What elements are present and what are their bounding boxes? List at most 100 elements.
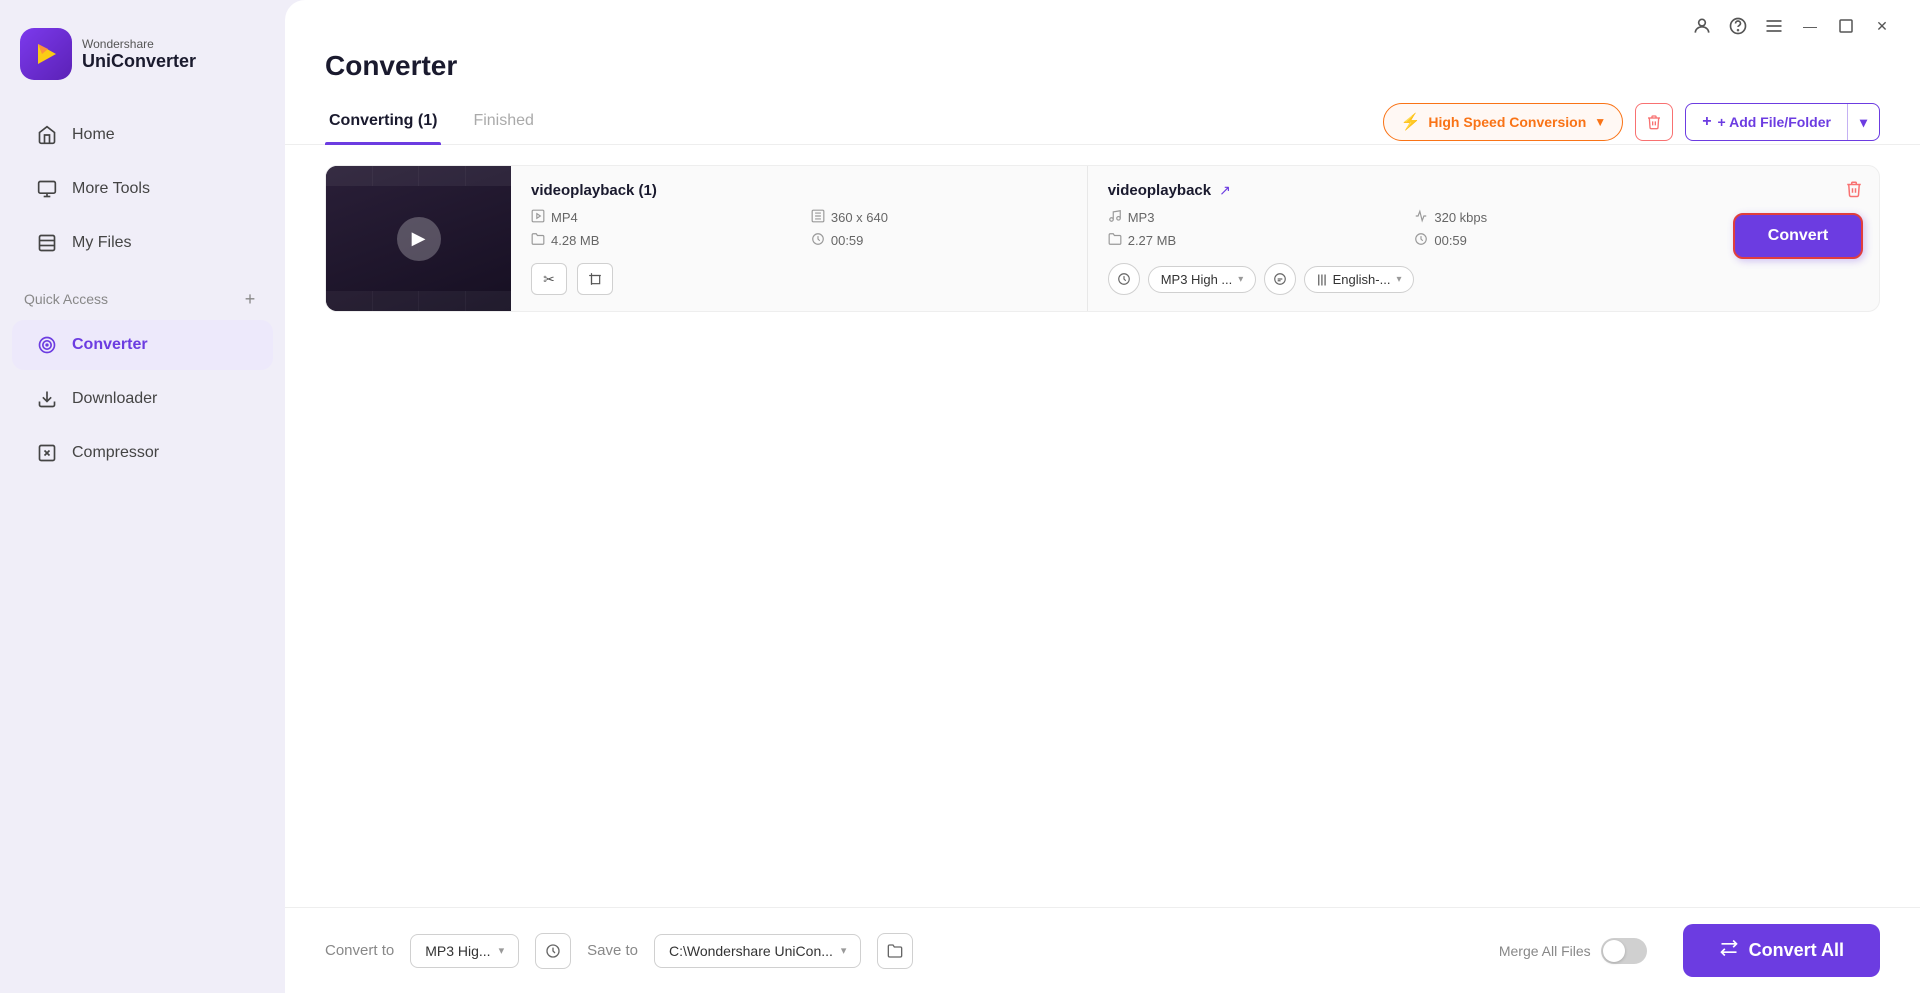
waveform-icon: ||| xyxy=(1317,272,1326,286)
page-header: Converter xyxy=(285,40,1920,100)
menu-button[interactable] xyxy=(1764,16,1784,36)
convert-all-icon xyxy=(1719,938,1739,963)
app-logo-text: Wondershare UniConverter xyxy=(82,37,196,72)
convert-all-label: Convert All xyxy=(1749,940,1844,961)
sidebar-item-converter[interactable]: Converter xyxy=(12,320,273,370)
plus-icon: + xyxy=(1702,113,1711,131)
source-size: 4.28 MB xyxy=(531,232,787,249)
add-file-main[interactable]: + + Add File/Folder xyxy=(1686,105,1847,139)
output-bitrate: 320 kbps xyxy=(1414,209,1697,226)
card-delete-button[interactable] xyxy=(1845,180,1863,203)
page-title: Converter xyxy=(325,50,1880,82)
output-settings: MP3 High ... ▾ ||| English-... ▾ xyxy=(1108,263,1697,295)
subtitle-icon[interactable] xyxy=(1264,263,1296,295)
delete-all-button[interactable] xyxy=(1635,103,1673,141)
sidebar-item-more-tools[interactable]: More Tools xyxy=(12,164,273,214)
tabs-left: Converting (1) Finished xyxy=(325,100,538,144)
maximize-button[interactable] xyxy=(1836,16,1856,36)
add-quick-access-button[interactable]: + xyxy=(239,288,261,310)
logo-area: Wondershare UniConverter xyxy=(0,18,285,108)
file-thumbnail: ▶ xyxy=(326,166,511,311)
high-speed-label: High Speed Conversion xyxy=(1428,114,1586,130)
clock-setting-icon[interactable] xyxy=(1108,263,1140,295)
titlebar: — ✕ xyxy=(285,0,1920,40)
sidebar-item-label: My Files xyxy=(72,234,132,252)
quick-access-section: Quick Access + xyxy=(0,270,285,318)
close-button[interactable]: ✕ xyxy=(1872,16,1892,36)
high-speed-button[interactable]: ⚡ High Speed Conversion ▼ xyxy=(1383,103,1623,141)
source-format: MP4 xyxy=(531,209,787,226)
add-file-button[interactable]: + + Add File/Folder ▾ xyxy=(1685,103,1880,141)
merge-toggle-switch[interactable] xyxy=(1601,938,1647,964)
minimize-button[interactable]: — xyxy=(1800,16,1820,36)
sidebar-item-label: Compressor xyxy=(72,444,159,462)
settings-button[interactable] xyxy=(535,933,571,969)
downloader-icon xyxy=(36,388,58,410)
output-filename: videoplayback xyxy=(1108,182,1211,199)
sidebar-item-label: Converter xyxy=(72,336,148,354)
clock-icon xyxy=(811,232,825,249)
output-size: 2.27 MB xyxy=(1108,232,1391,249)
tabs-right: ⚡ High Speed Conversion ▼ + + Add File/F… xyxy=(1383,103,1880,141)
converter-icon xyxy=(36,334,58,356)
button-divider xyxy=(1847,104,1848,140)
sidebar-item-home[interactable]: Home xyxy=(12,110,273,160)
chevron-down-icon: ▼ xyxy=(1594,115,1606,129)
compressor-icon xyxy=(36,442,58,464)
crop-button[interactable] xyxy=(577,263,613,295)
format-select[interactable]: MP3 Hig... ▾ xyxy=(410,934,519,968)
sidebar-item-label: Home xyxy=(72,126,115,144)
folder-icon2 xyxy=(1108,232,1122,249)
sidebar-item-compressor[interactable]: Compressor xyxy=(12,428,273,478)
tab-converting[interactable]: Converting (1) xyxy=(325,100,441,144)
chevron-down-icon: ▾ xyxy=(1396,274,1401,285)
support-button[interactable] xyxy=(1728,16,1748,36)
quality-select[interactable]: MP3 High ... ▾ xyxy=(1148,266,1257,293)
source-resolution: 360 x 640 xyxy=(811,209,1067,226)
source-meta: MP4 360 x 640 4.28 MB xyxy=(531,209,1067,249)
card-right-actions: Convert xyxy=(1717,166,1879,311)
convert-to-label: Convert to xyxy=(325,942,394,959)
play-button[interactable]: ▶ xyxy=(397,217,441,261)
profile-button[interactable] xyxy=(1692,16,1712,36)
toggle-knob xyxy=(1603,940,1625,962)
source-filename: videoplayback (1) xyxy=(531,182,657,199)
main-content: — ✕ Converter Converting (1) Finished ⚡ … xyxy=(285,0,1920,993)
sidebar-item-label: Downloader xyxy=(72,390,157,408)
save-to-label: Save to xyxy=(587,942,638,959)
merge-label: Merge All Files xyxy=(1499,943,1591,959)
source-duration: 00:59 xyxy=(811,232,1067,249)
language-select[interactable]: ||| English-... ▾ xyxy=(1304,266,1414,293)
sidebar: Wondershare UniConverter Home More Tools… xyxy=(0,0,285,993)
convert-all-button[interactable]: Convert All xyxy=(1683,924,1880,977)
lightning-icon: ⚡ xyxy=(1400,112,1420,132)
external-link-icon[interactable]: ↗ xyxy=(1219,182,1231,199)
tabs-row: Converting (1) Finished ⚡ High Speed Con… xyxy=(285,100,1920,145)
sidebar-item-downloader[interactable]: Downloader xyxy=(12,374,273,424)
chevron-down-icon: ▾ xyxy=(1860,114,1867,131)
tools-icon xyxy=(36,178,58,200)
folder-icon xyxy=(531,232,545,249)
output-format: MP3 xyxy=(1108,209,1391,226)
output-meta: MP3 320 kbps 2.27 MB xyxy=(1108,209,1697,249)
quality-label: MP3 High ... xyxy=(1161,272,1233,287)
files-icon xyxy=(36,232,58,254)
home-icon xyxy=(36,124,58,146)
add-file-label: + Add File/Folder xyxy=(1718,114,1831,130)
output-file-info: videoplayback ↗ MP3 xyxy=(1088,166,1717,311)
source-name-row: videoplayback (1) xyxy=(531,182,1067,199)
trim-button[interactable]: ✂ xyxy=(531,263,567,295)
source-file-info: videoplayback (1) MP4 xyxy=(511,166,1088,311)
quick-access-label: Quick Access xyxy=(24,291,108,307)
convert-button[interactable]: Convert xyxy=(1733,213,1863,259)
chevron-down-icon: ▾ xyxy=(841,944,847,957)
format-value: MP3 Hig... xyxy=(425,943,490,959)
file-card: ▶ videoplayback (1) xyxy=(325,165,1880,312)
bitrate-icon xyxy=(1414,209,1428,226)
tab-finished[interactable]: Finished xyxy=(469,100,537,144)
browse-folder-button[interactable] xyxy=(877,933,913,969)
audio-icon xyxy=(1108,209,1122,226)
save-path-select[interactable]: C:\Wondershare UniCon... ▾ xyxy=(654,934,861,968)
sidebar-item-my-files[interactable]: My Files xyxy=(12,218,273,268)
add-file-chevron[interactable]: ▾ xyxy=(1848,106,1879,139)
